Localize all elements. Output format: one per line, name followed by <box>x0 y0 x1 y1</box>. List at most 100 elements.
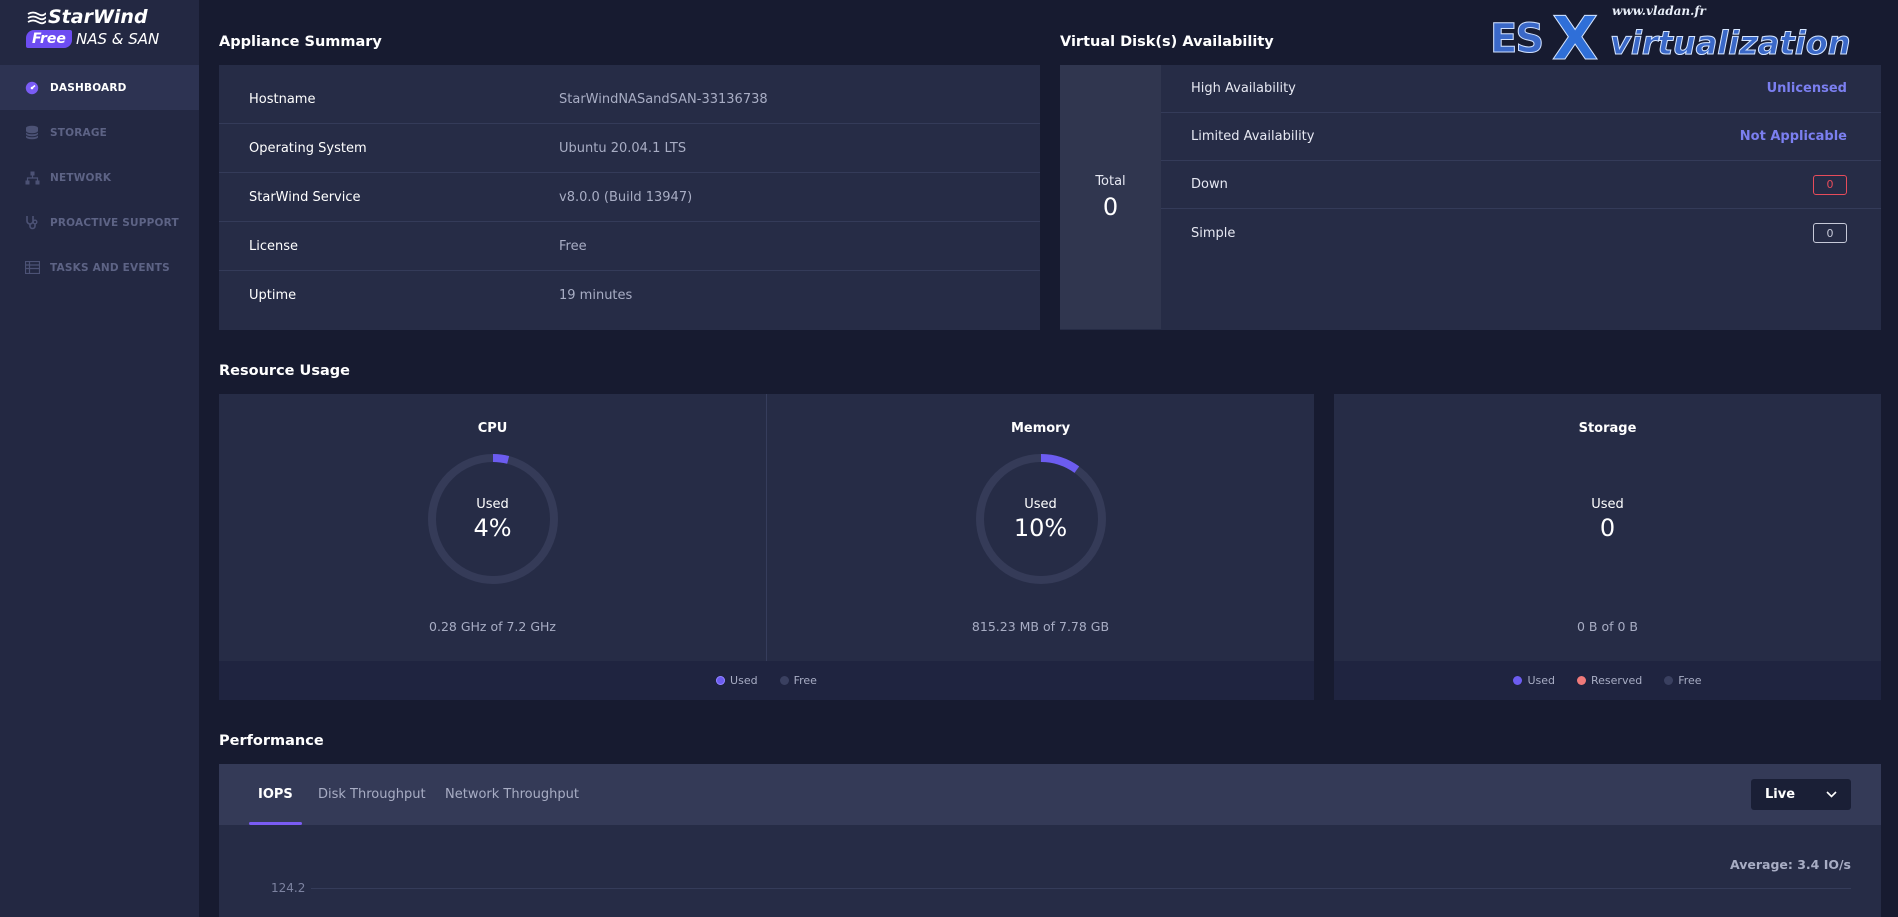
dashboard-icon <box>24 80 40 96</box>
sidebar-item-label: STORAGE <box>50 126 108 139</box>
tab-disk-throughput[interactable]: Disk Throughput <box>318 764 426 825</box>
performance-title: Performance <box>219 733 324 749</box>
storage-value: 0 <box>1599 513 1616 542</box>
virtual-disk-total: Total 0 <box>1060 65 1161 329</box>
sidebar-item-tasks-events[interactable]: TASKS AND EVENTS <box>0 245 199 290</box>
compute-usage-panel: CPU Used 4% 0.28 GHz of 7.2 GHz Memory U… <box>219 394 1314 700</box>
memory-detail: 815.23 MB of 7.78 GB <box>971 619 1110 634</box>
summary-row-license: License Free <box>219 222 1040 271</box>
range-value: Live <box>1765 787 1796 802</box>
summary-value: 19 minutes <box>559 288 633 303</box>
wave-icon <box>27 11 46 25</box>
legend-label: Reserved <box>1591 674 1643 687</box>
memory-used-label: Used <box>1024 496 1057 512</box>
legend-reserved[interactable]: Reserved <box>1577 674 1642 687</box>
vd-row-simple: Simple 0 <box>1161 209 1881 257</box>
chart-gridline <box>311 888 1851 889</box>
legend-dot <box>779 676 789 685</box>
sidebar-item-dashboard[interactable]: DASHBOARD <box>0 65 199 110</box>
cpu-percent: 4% <box>473 513 512 542</box>
legend-free[interactable]: Free <box>779 674 817 687</box>
virtual-disk-title: Virtual Disk(s) Availability <box>1060 34 1274 50</box>
storage-title: Storage <box>1578 421 1637 436</box>
network-icon <box>24 170 40 186</box>
legend-dot <box>1577 676 1586 685</box>
summary-key: Hostname <box>249 91 316 107</box>
sidebar-item-network[interactable]: NETWORK <box>0 155 199 200</box>
storage-used-label: Used <box>1591 496 1624 512</box>
cpu-usage: CPU Used 4% 0.28 GHz of 7.2 GHz <box>219 394 766 661</box>
legend-dot <box>1664 676 1674 685</box>
table-icon <box>24 260 40 276</box>
cpu-gauge: Used 4% <box>427 453 559 585</box>
legend-used[interactable]: Used <box>716 674 758 687</box>
sidebar-item-label: TASKS AND EVENTS <box>50 261 170 274</box>
legend-label: Free <box>1678 674 1702 687</box>
vd-row-limited-availability: Limited Availability Not Applicable <box>1161 113 1881 161</box>
legend-free[interactable]: Free <box>1664 674 1702 687</box>
resource-usage-title: Resource Usage <box>219 363 350 379</box>
storage-detail: 0 B of 0 B <box>1577 619 1638 634</box>
vd-row-down: Down 0 <box>1161 161 1881 209</box>
memory-gauge: Used 10% <box>975 453 1107 585</box>
not-applicable-link[interactable]: Not Applicable <box>1740 129 1847 144</box>
summary-value: Free <box>559 238 587 254</box>
sidebar-item-proactive-support[interactable]: PROACTIVE SUPPORT <box>0 200 199 245</box>
storage-usage-panel: Storage Used 0 0 B of 0 B Used Reserved … <box>1334 394 1881 700</box>
summary-value: v8.0.0 (Build 13947) <box>559 189 693 205</box>
total-label: Total <box>1095 173 1126 189</box>
vd-row-label: High Availability <box>1191 81 1296 96</box>
summary-row-uptime: Uptime 19 minutes <box>219 271 1040 320</box>
summary-key: Operating System <box>249 140 367 156</box>
appliance-summary-panel: Hostname StarWindNASandSAN-33136738 Oper… <box>219 65 1040 330</box>
watermark-url: www.vladan.fr <box>1612 4 1706 18</box>
simple-count-badge: 0 <box>1813 223 1847 243</box>
sidebar-item-label: NETWORK <box>50 171 112 184</box>
brand-name: StarWind <box>48 6 148 28</box>
summary-row-service: StarWind Service v8.0.0 (Build 13947) <box>219 173 1040 222</box>
tab-network-throughput[interactable]: Network Throughput <box>445 764 579 825</box>
sidebar-item-label: PROACTIVE SUPPORT <box>50 216 179 229</box>
summary-key: License <box>249 238 299 254</box>
summary-row-os: Operating System Ubuntu 20.04.1 LTS <box>219 124 1040 173</box>
vd-row-label: Down <box>1191 177 1228 192</box>
watermark-es: ES <box>1489 16 1544 63</box>
performance-panel: IOPS Disk Throughput Network Throughput … <box>219 764 1881 917</box>
range-dropdown[interactable]: Live <box>1751 779 1851 810</box>
sidebar-nav: DASHBOARD STORAGE NETWORK PROACTIVE SUPP… <box>0 65 199 290</box>
virtual-disk-panel: Total 0 High Availability Unlicensed Lim… <box>1060 65 1881 330</box>
watermark-x: X <box>1551 4 1599 75</box>
vd-row-high-availability: High Availability Unlicensed <box>1161 65 1881 113</box>
sidebar-item-storage[interactable]: STORAGE <box>0 110 199 155</box>
summary-value: StarWindNASandSAN-33136738 <box>559 91 768 107</box>
vd-row-label: Simple <box>1191 225 1236 241</box>
memory-usage: Memory Used 10% 815.23 MB of 7.78 GB <box>767 394 1314 661</box>
stethoscope-icon <box>24 215 40 231</box>
cpu-title: CPU <box>477 421 508 436</box>
memory-title: Memory <box>1010 421 1071 436</box>
unlicensed-link[interactable]: Unlicensed <box>1767 81 1847 96</box>
brand-product: NAS & SAN <box>76 30 160 48</box>
vd-row-label: Limited Availability <box>1191 129 1315 144</box>
chevron-down-icon <box>1826 791 1837 798</box>
watermark-virtualization: virtualization <box>1609 24 1851 63</box>
legend-label: Used <box>1527 674 1555 687</box>
esx-virtualization-watermark: www.vladan.fr ES X virtualization <box>1489 4 1885 75</box>
virtual-disk-rows: High Availability Unlicensed Limited Ava… <box>1161 65 1881 257</box>
legend-used[interactable]: Used <box>1513 674 1555 687</box>
legend-dot <box>716 676 726 685</box>
down-count-badge: 0 <box>1813 174 1847 195</box>
summary-row-hostname: Hostname StarWindNASandSAN-33136738 <box>219 75 1040 124</box>
starwind-logo[interactable]: StarWind Free NAS & SAN <box>26 6 176 52</box>
cpu-detail: 0.28 GHz of 7.2 GHz <box>429 619 556 634</box>
sidebar: StarWind Free NAS & SAN DASHBOARD STORAG… <box>0 0 199 917</box>
tab-iops[interactable]: IOPS <box>249 764 302 825</box>
storage-gauge: Used 0 <box>1542 453 1674 585</box>
legend-dot <box>1513 676 1523 685</box>
appliance-summary-title: Appliance Summary <box>219 34 382 50</box>
summary-key: Uptime <box>249 288 297 303</box>
summary-value: Ubuntu 20.04.1 LTS <box>559 140 687 156</box>
database-icon <box>24 125 40 141</box>
total-value: 0 <box>1102 192 1119 221</box>
storage-usage: Storage Used 0 0 B of 0 B <box>1334 394 1881 661</box>
